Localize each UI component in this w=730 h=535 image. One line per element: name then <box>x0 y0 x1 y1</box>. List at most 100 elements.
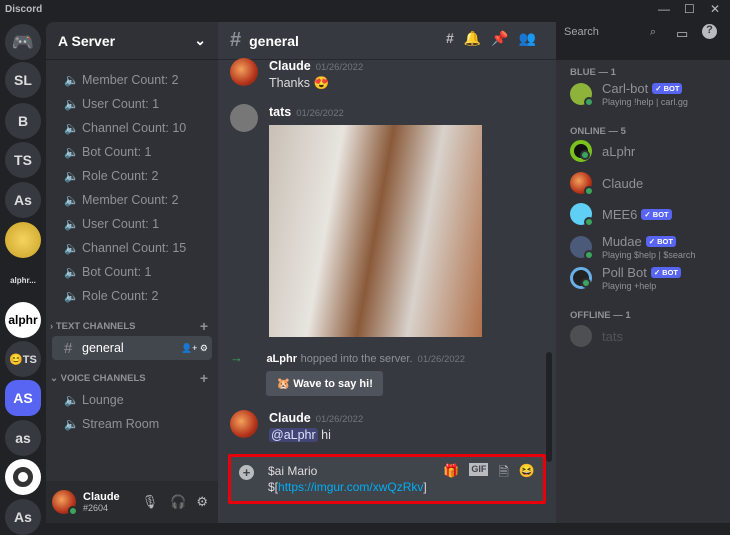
avatar[interactable] <box>230 58 258 86</box>
category-text-channels[interactable]: › TEXT CHANNELS + <box>46 316 218 336</box>
timestamp: 01/26/2022 <box>296 108 344 119</box>
minimize-button[interactable]: — <box>658 2 670 16</box>
stat-channel[interactable]: 🔈 Channel Count: 10 <box>52 116 212 140</box>
server-icon[interactable]: alphr... <box>5 262 41 298</box>
channel-label: Role Count: 2 <box>82 169 159 183</box>
category-voice-channels[interactable]: ⌄ VOICE CHANNELS + <box>46 368 218 388</box>
author[interactable]: Claude <box>269 411 311 425</box>
member-mudae[interactable]: Mudae ✓ BOT Playing $help | $search <box>570 234 695 260</box>
stat-channel[interactable]: 🔈 Role Count: 2 <box>52 164 212 188</box>
microphone-icon[interactable]: 🎙 <box>142 494 159 510</box>
bot-badge: ✓ BOT <box>652 83 683 94</box>
server-header[interactable]: A Server ⌄ <box>46 22 218 60</box>
member-mee6[interactable]: MEE6 ✓ BOT <box>570 203 672 227</box>
search-input[interactable]: Search ⌕ <box>558 23 662 43</box>
pin-icon[interactable]: 📌 <box>491 30 508 47</box>
maximize-button[interactable]: ☐ <box>684 2 695 16</box>
image-attachment[interactable] <box>269 125 482 337</box>
member-name: Poll Bot <box>602 265 647 280</box>
channel-label: User Count: 1 <box>82 97 160 111</box>
mention[interactable]: @aLphr <box>269 428 318 442</box>
server-icon[interactable]: as <box>5 420 41 456</box>
channel-header: # general # 🔔 📌 👥 <box>218 22 556 60</box>
stat-channel[interactable]: 🔈 Bot Count: 1 <box>52 260 212 284</box>
stat-channel[interactable]: 🔈 User Count: 1 <box>52 92 212 116</box>
bot-badge: ✓ BOT <box>645 236 676 247</box>
voice-channel-stream-room[interactable]: 🔈 Stream Room <box>52 412 212 436</box>
server-icon[interactable]: 😊TS <box>5 341 41 377</box>
server-icon[interactable]: B <box>5 103 41 139</box>
inbox-icon[interactable]: ▭ <box>676 26 688 42</box>
bell-icon[interactable]: 🔔 <box>464 30 481 47</box>
members-icon[interactable]: 👥 <box>519 30 536 47</box>
avatar[interactable] <box>230 104 258 132</box>
user-tag: #2604 <box>83 503 109 513</box>
sticker-icon[interactable]: 🗎 <box>498 463 508 485</box>
channel-label: Channel Count: 10 <box>82 121 187 135</box>
member-name: Mudae <box>602 234 642 249</box>
channel-label: Bot Count: 1 <box>82 265 152 279</box>
member-poll-bot[interactable]: Poll Bot ✓ BOT Playing +help <box>570 265 682 291</box>
discord-home-icon[interactable]: 🎮 <box>5 24 41 60</box>
avatar[interactable] <box>52 490 78 516</box>
settings-gear-icon[interactable]: ⚙ <box>196 494 208 510</box>
close-button[interactable]: ✕ <box>710 2 720 16</box>
input-link[interactable]: https://imgur.com/xwQzRkv <box>278 480 423 494</box>
speaker-icon: 🔈 <box>64 393 79 407</box>
server-icon[interactable]: As <box>5 499 41 535</box>
scrollbar[interactable] <box>546 352 552 462</box>
username: Claude <box>83 491 120 503</box>
group-label: BLUE — 1 <box>570 67 616 78</box>
member-name: tats <box>602 328 623 344</box>
server-icon-active[interactable]: AS <box>5 380 41 416</box>
threads-icon[interactable]: # <box>446 30 454 47</box>
member-name: Claude <box>602 175 644 191</box>
channel-sidebar: A Server ⌄ 🔈 Member Count: 2 🔈 User Count: 1… <box>46 22 218 523</box>
message: tats 01/26/2022 <box>230 104 482 337</box>
help-icon[interactable]: ? <box>702 24 717 39</box>
channel-general[interactable]: # general 👤+ ⚙ <box>52 336 212 360</box>
headphones-icon[interactable]: 🎧 <box>170 494 186 510</box>
server-icon[interactable]: SL <box>5 62 41 98</box>
add-attachment-icon[interactable]: + <box>239 465 254 480</box>
avatar <box>570 203 594 227</box>
add-channel-icon[interactable]: + <box>200 318 208 334</box>
sticker-icon: 🐹 <box>276 378 294 390</box>
invite-icon[interactable]: 👤+ ⚙ <box>181 343 208 354</box>
member-claude[interactable]: Claude <box>570 172 644 196</box>
author[interactable]: Claude <box>269 59 311 73</box>
member-carl-bot[interactable]: Carl-bot ✓ BOT Playing !help | carl.gg <box>570 81 688 107</box>
wave-button[interactable]: 🐹 Wave to say hi! <box>266 371 383 396</box>
avatar[interactable] <box>230 410 258 438</box>
locked-speaker-icon: 🔈 <box>64 145 79 159</box>
author[interactable]: aLphr <box>266 353 297 365</box>
server-icon-image[interactable] <box>5 222 41 258</box>
emoji-icon[interactable]: 😆 <box>519 463 535 485</box>
stat-channel[interactable]: 🔈 User Count: 1 <box>52 212 212 236</box>
message-input[interactable]: + $ai Mario $[https://imgur.com/xwQzRkv] … <box>228 454 546 504</box>
server-icon-logo[interactable] <box>5 459 41 495</box>
gif-button[interactable]: GIF <box>469 463 489 476</box>
author[interactable]: tats <box>269 105 291 119</box>
stat-channel[interactable]: 🔈 Channel Count: 15 <box>52 236 212 260</box>
gift-icon[interactable]: 🎁 <box>443 463 459 485</box>
member-tats[interactable]: tats <box>570 325 623 347</box>
search-placeholder: Search <box>564 26 599 38</box>
search-icon: ⌕ <box>649 26 656 38</box>
add-channel-icon[interactable]: + <box>200 370 208 386</box>
stat-channel[interactable]: 🔈 Member Count: 2 <box>52 68 212 92</box>
app-title: Discord <box>5 4 43 15</box>
voice-channel-lounge[interactable]: 🔈 Lounge <box>52 388 212 412</box>
server-icon[interactable]: alphr <box>5 302 41 338</box>
locked-speaker-icon: 🔈 <box>64 193 79 207</box>
timestamp: 01/26/2022 <box>315 62 364 73</box>
server-icon[interactable]: TS <box>5 142 41 178</box>
avatar <box>570 267 592 289</box>
locked-speaker-icon: 🔈 <box>64 265 79 279</box>
server-icon[interactable]: As <box>5 182 41 218</box>
stat-channel[interactable]: 🔈 Member Count: 2 <box>52 188 212 212</box>
stat-channel[interactable]: 🔈 Role Count: 2 <box>52 284 212 308</box>
stat-channel[interactable]: 🔈 Bot Count: 1 <box>52 140 212 164</box>
member-alphr[interactable]: aLphr <box>570 140 635 162</box>
locked-speaker-icon: 🔈 <box>64 169 79 183</box>
